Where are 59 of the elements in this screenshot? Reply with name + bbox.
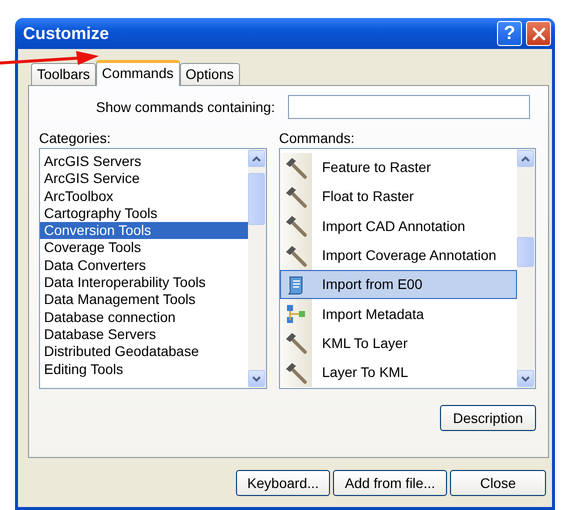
command-item[interactable]: KML To Layer	[280, 328, 517, 358]
command-item[interactable]: Layer To KML	[280, 358, 517, 388]
tab[interactable]: Options	[180, 63, 240, 85]
category-item[interactable]: Editing Tools	[40, 360, 248, 378]
category-item[interactable]: ArcGIS Servers	[40, 153, 248, 170]
scroll-thumb[interactable]	[517, 237, 534, 267]
add-from-file-button[interactable]: Add from file...	[333, 470, 447, 496]
command-item[interactable]: Feature to Raster	[280, 153, 517, 182]
scrollbar[interactable]	[248, 149, 266, 388]
scroll-thumb[interactable]	[248, 173, 265, 225]
search-field[interactable]	[288, 95, 530, 119]
diagram-icon	[285, 303, 307, 326]
hammer-icon	[284, 331, 308, 356]
command-label: Import Coverage Annotation	[321, 246, 496, 266]
scroll-down-icon[interactable]	[517, 370, 534, 387]
category-item[interactable]: Database Servers	[40, 326, 248, 344]
category-item[interactable]: ArcGIS Service	[40, 170, 248, 188]
help-button[interactable]: ?	[497, 21, 522, 46]
command-item[interactable]: Import CAD Annotation	[280, 212, 517, 241]
tab[interactable]: Toolbars	[31, 63, 96, 85]
description-button[interactable]: Description	[440, 405, 536, 431]
hammer-icon	[284, 360, 308, 385]
command-item[interactable]: Import Metadata	[280, 299, 517, 329]
category-item[interactable]: Data Interoperability Tools	[40, 274, 248, 292]
command-label: Layer To KML	[321, 363, 408, 382]
search-label: Show commands containing:	[95, 98, 275, 117]
commands-label: Commands:	[279, 129, 356, 148]
close-button[interactable]	[526, 21, 551, 46]
window-title: Customize	[23, 22, 109, 45]
category-item[interactable]: ArcToolbox	[40, 188, 248, 205]
category-item[interactable]: Database connection	[40, 308, 248, 326]
command-item[interactable]: Float to Raster	[280, 182, 517, 212]
command-label: Feature to Raster	[321, 158, 431, 178]
command-label: Import CAD Annotation	[321, 216, 466, 236]
command-item[interactable]: Import from E00	[280, 270, 517, 300]
scroll-up-icon[interactable]	[248, 150, 265, 167]
hammer-icon	[284, 244, 308, 268]
command-label: Import from E00	[321, 275, 422, 294]
scroll-up-icon[interactable]	[517, 150, 534, 167]
category-item[interactable]: Distributed Geodatabase	[40, 343, 248, 361]
hammer-icon	[284, 156, 308, 180]
hammer-icon	[284, 184, 308, 209]
category-item[interactable]: Coverage Tools	[40, 239, 248, 257]
category-item[interactable]: Cartography Tools	[40, 204, 248, 222]
scrollbar[interactable]	[517, 149, 535, 388]
category-item[interactable]: Data Management Tools	[40, 291, 248, 309]
categories-label: Categories:	[39, 129, 112, 148]
close-icon	[532, 26, 546, 40]
command-label: KML To Layer	[321, 334, 408, 353]
keyboard-button[interactable]: Keyboard...	[236, 470, 330, 496]
category-item[interactable]: Conversion Tools	[40, 222, 248, 240]
command-label: Import Metadata	[321, 304, 424, 324]
category-item[interactable]: Data Converters	[40, 256, 248, 274]
close-button[interactable]: Close	[450, 470, 546, 496]
command-label: Float to Raster	[321, 187, 414, 206]
scroll-down-icon[interactable]	[248, 370, 265, 387]
tab[interactable]: Commands	[96, 60, 180, 86]
hammer-icon	[284, 214, 308, 238]
command-item[interactable]: Import Coverage Annotation	[280, 240, 517, 270]
